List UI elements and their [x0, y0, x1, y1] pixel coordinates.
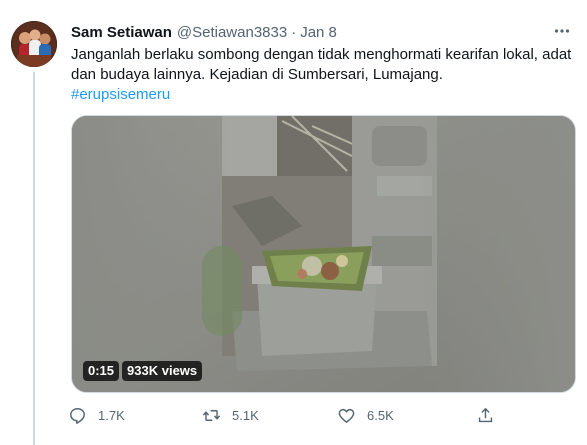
- reply-icon: [70, 407, 85, 424]
- tweet-card[interactable]: Sam Setiawan @Setiawan3833 · Jan 8 Janga…: [0, 0, 587, 445]
- retweet-icon: [202, 409, 221, 421]
- like-count: 6.5K: [367, 407, 394, 423]
- tweet-actions: 1.7K 5.1K 6.5K: [68, 403, 508, 427]
- thread-line: [33, 72, 35, 445]
- tweet-header: Sam Setiawan @Setiawan3833 · Jan 8: [71, 22, 573, 42]
- video-views: 933K views: [122, 361, 203, 381]
- video-info-badge: 0:15 933K views: [83, 361, 203, 381]
- tweet-text-line: Janganlah berlaku sombong dengan tidak m…: [71, 46, 572, 63]
- reply-button[interactable]: 1.7K: [68, 403, 125, 427]
- retweet-button[interactable]: 5.1K: [202, 403, 259, 427]
- retweet-count: 5.1K: [232, 407, 259, 423]
- hashtag-link[interactable]: #erupsisemeru: [71, 86, 170, 103]
- avatar-image: [11, 21, 57, 67]
- tweet-date[interactable]: Jan 8: [300, 24, 337, 41]
- author-name[interactable]: Sam Setiawan: [71, 24, 172, 41]
- more-horizontal-icon: [554, 29, 570, 33]
- video-duration: 0:15: [83, 361, 120, 381]
- tweet-text: Janganlah berlaku sombong dengan tidak m…: [71, 45, 577, 105]
- tweet-text-line: dan budaya lainnya. Kejadian di Sumbersa…: [71, 66, 443, 83]
- like-button[interactable]: 6.5K: [337, 403, 394, 427]
- share-button[interactable]: [476, 403, 495, 427]
- avatar[interactable]: [11, 21, 57, 67]
- author-handle[interactable]: @Setiawan3833: [177, 24, 287, 41]
- video-player[interactable]: 0:15 933K views: [71, 115, 576, 393]
- more-options-button[interactable]: [551, 20, 573, 42]
- share-icon: [478, 407, 493, 422]
- video-frame: [72, 116, 575, 392]
- heart-icon: [338, 408, 355, 423]
- separator-dot: ·: [291, 23, 297, 41]
- reply-count: 1.7K: [98, 407, 125, 423]
